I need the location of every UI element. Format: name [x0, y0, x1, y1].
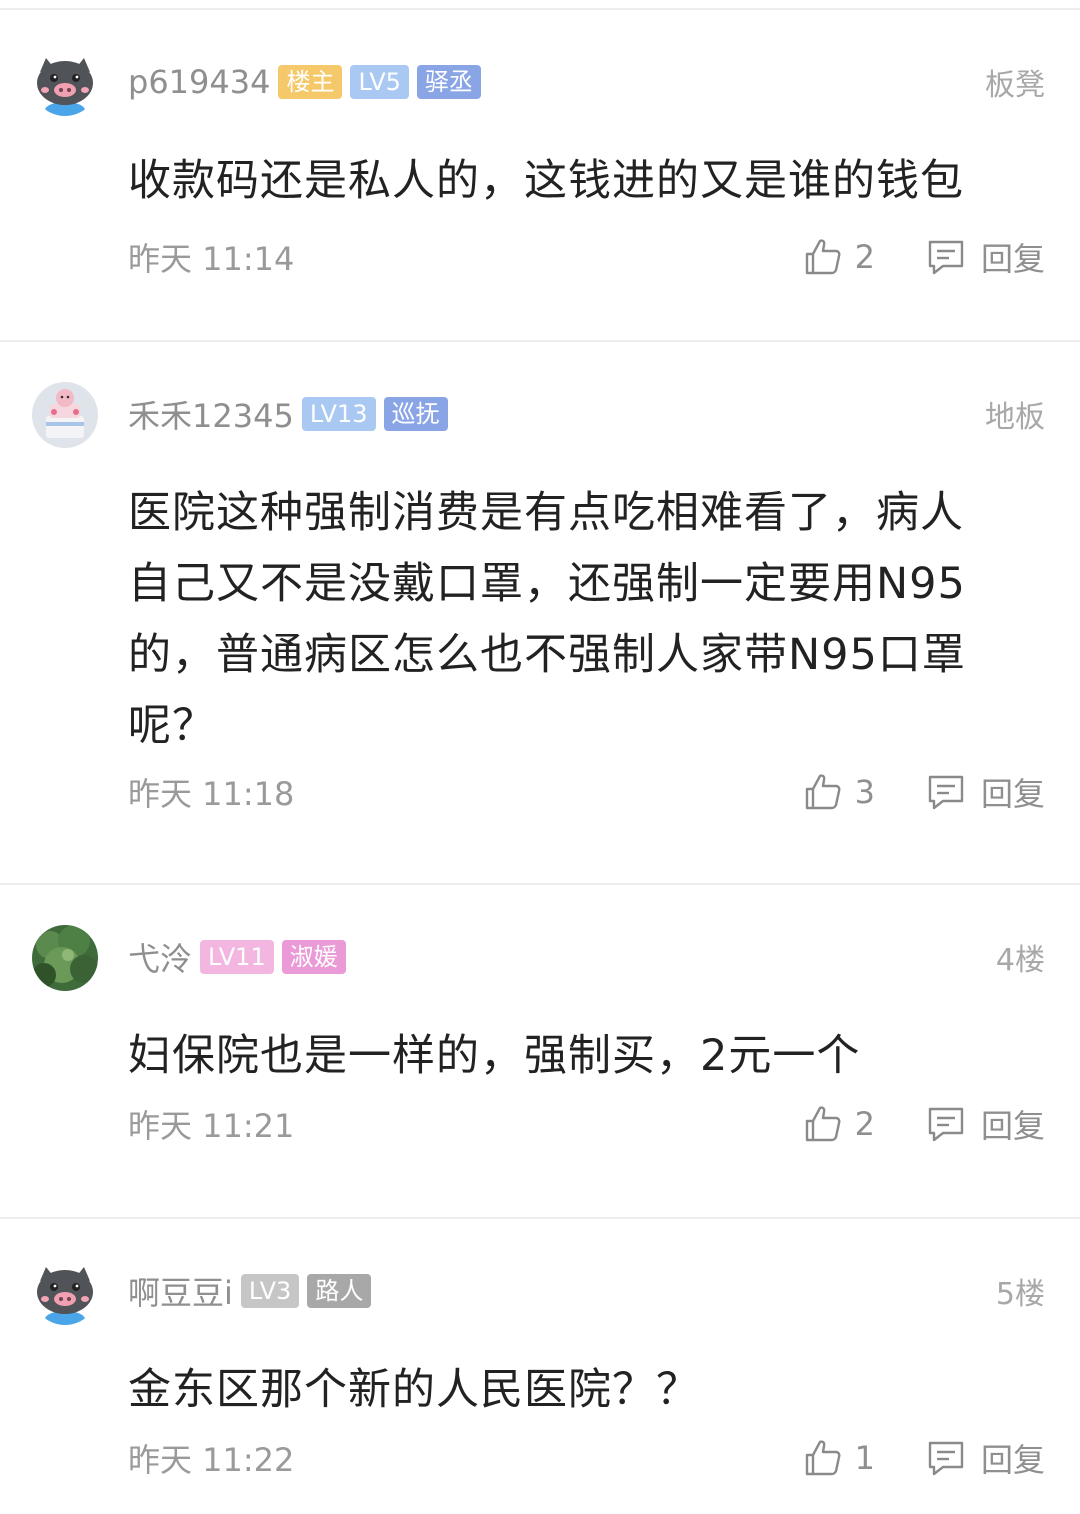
username[interactable]: 啊豆豆i — [128, 1268, 233, 1314]
like-count: 2 — [854, 238, 875, 276]
comment-item: 禾禾12345 LV13 巡抚 地板 医院这种强制消费是有点吃相难看了，病人自己… — [0, 342, 1080, 885]
rank-badge: 淑媛 — [281, 940, 346, 974]
comment-time: 昨天 11:21 — [128, 1107, 295, 1145]
level-badge: LV3 — [240, 1274, 300, 1308]
username[interactable]: 禾禾12345 — [128, 391, 294, 437]
floor-label: 板凳 — [985, 68, 1045, 103]
comment-text: 收款码还是私人的，这钱进的又是谁的钱包 — [128, 156, 964, 206]
like-button[interactable]: 3 — [803, 772, 875, 812]
level-badge: LV11 — [200, 940, 274, 974]
reply-button[interactable]: 回复 — [925, 1101, 1045, 1147]
owner-badge: 楼主 — [278, 65, 343, 99]
comment-bubble-icon — [928, 240, 964, 275]
level-badge: LV5 — [350, 65, 409, 99]
comment-text: 医院这种强制消费是有点吃相难看了，病人自己又不是没戴口罩，还强制一定要用N95的… — [128, 488, 966, 751]
rank-badge: 巡抚 — [383, 397, 448, 431]
like-button[interactable]: 2 — [803, 237, 875, 277]
like-button[interactable]: 2 — [803, 1104, 875, 1144]
reply-button[interactable]: 回复 — [925, 769, 1045, 815]
reply-label: 回复 — [980, 1107, 1045, 1145]
comment-time: 昨天 11:18 — [128, 775, 295, 813]
top-divider — [0, 0, 1080, 10]
like-count: 2 — [854, 1105, 875, 1143]
thumbs-up-icon — [805, 1106, 841, 1142]
comment-time: 昨天 11:22 — [128, 1441, 295, 1479]
reply-button[interactable]: 回复 — [925, 1435, 1045, 1481]
comment-time: 昨天 11:14 — [128, 240, 295, 278]
cake-photo-avatar[interactable] — [32, 382, 98, 448]
reply-label: 回复 — [980, 1441, 1045, 1479]
username[interactable]: 弋泠 — [128, 934, 192, 980]
thumbs-up-icon — [805, 239, 841, 275]
tree-photo-avatar[interactable] — [32, 925, 98, 991]
reply-label: 回复 — [980, 240, 1045, 278]
comment-item: p619434 楼主 LV5 驿丞 板凳 收款码还是私人的，这钱进的又是谁的钱包… — [0, 10, 1080, 342]
comment-bubble-icon — [928, 1441, 964, 1476]
reply-label: 回复 — [980, 775, 1045, 813]
comment-bubble-icon — [928, 1107, 964, 1142]
like-button[interactable]: 1 — [803, 1438, 875, 1478]
rank-badge: 驿丞 — [416, 65, 481, 99]
comment-text: 妇保院也是一样的，强制买，2元一个 — [128, 1031, 861, 1081]
thumbs-up-icon — [805, 774, 841, 810]
comment-text: 金东区那个新的人民医院？？ — [128, 1365, 700, 1415]
comment-item: 啊豆豆i LV3 路人 5楼 金东区那个新的人民医院？？ 昨天 11:22 1 … — [0, 1219, 1080, 1514]
pig-avatar[interactable] — [32, 50, 98, 116]
pig-avatar[interactable] — [32, 1259, 98, 1325]
level-badge: LV13 — [301, 397, 376, 431]
like-count: 3 — [854, 773, 875, 811]
floor-label: 5楼 — [995, 1277, 1045, 1312]
floor-label: 地板 — [985, 400, 1045, 435]
username[interactable]: p619434 — [128, 63, 270, 101]
rank-badge: 路人 — [307, 1274, 372, 1308]
comment-item: 弋泠 LV11 淑媛 4楼 妇保院也是一样的，强制买，2元一个 昨天 11:21… — [0, 885, 1080, 1219]
comment-bubble-icon — [928, 775, 964, 810]
thumbs-up-icon — [805, 1440, 841, 1476]
like-count: 1 — [854, 1439, 875, 1477]
reply-button[interactable]: 回复 — [925, 234, 1045, 280]
floor-label: 4楼 — [995, 943, 1045, 978]
